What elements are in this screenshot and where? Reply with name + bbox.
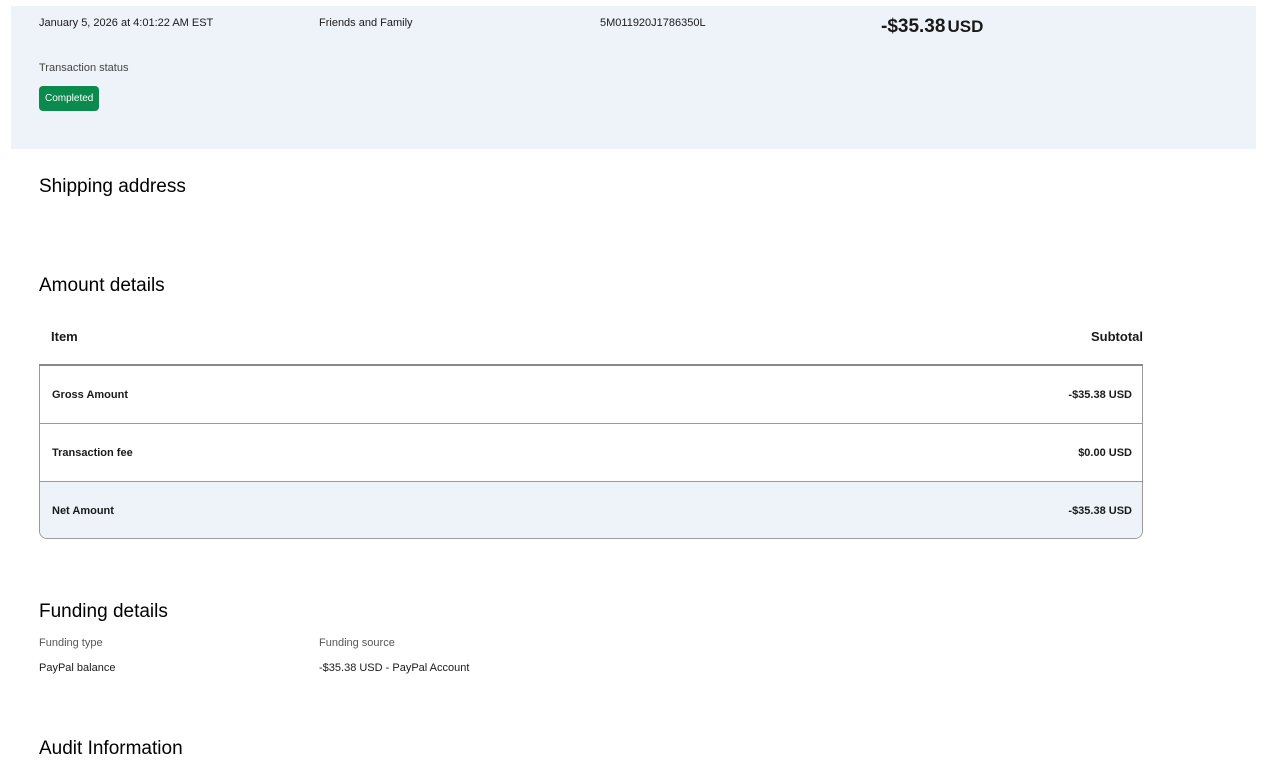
column-header-item: Item [51, 329, 78, 344]
transaction-date: January 5, 2026 at 4:01:22 AM EST [39, 17, 214, 29]
transaction-status-label: Transaction status [39, 62, 129, 74]
amount-currency: USD [947, 17, 984, 36]
transaction-type: Friends and Family [319, 17, 413, 29]
column-header-subtotal: Subtotal [1091, 329, 1143, 344]
shipping-address-title: Shipping address [39, 176, 186, 197]
row-label: Net Amount [52, 504, 114, 517]
transaction-summary: January 5, 2026 at 4:01:22 AM EST Friend… [11, 6, 1256, 149]
row-value: -$35.38 USD [1068, 388, 1132, 401]
row-label: Gross Amount [52, 388, 128, 401]
row-label: Transaction fee [52, 446, 133, 459]
transaction-details-page: January 5, 2026 at 4:01:22 AM EST Friend… [0, 0, 1276, 767]
table-row: Gross Amount -$35.38 USD [40, 366, 1142, 424]
table-row-total: Net Amount -$35.38 USD [40, 482, 1142, 538]
funding-type-label: Funding type [39, 637, 103, 649]
amount-value: -$35.38 [881, 16, 946, 37]
transaction-amount: -$35.38 USD [881, 16, 983, 38]
row-value: $0.00 USD [1078, 446, 1132, 459]
funding-type-value: PayPal balance [39, 662, 116, 674]
amount-table-header: Item Subtotal [39, 320, 1143, 366]
audit-information-title: Audit Information [39, 738, 183, 759]
transaction-id: 5M011920J1786350L [600, 17, 706, 29]
table-row: Transaction fee $0.00 USD [40, 424, 1142, 482]
amount-table: Gross Amount -$35.38 USD Transaction fee… [39, 366, 1143, 539]
funding-details-title: Funding details [39, 601, 168, 622]
amount-details-title: Amount details [39, 275, 165, 296]
funding-source-label: Funding source [319, 637, 395, 649]
status-badge: Completed [39, 86, 100, 111]
funding-source-value: -$35.38 USD - PayPal Account [319, 662, 470, 674]
row-value: -$35.38 USD [1068, 504, 1132, 517]
